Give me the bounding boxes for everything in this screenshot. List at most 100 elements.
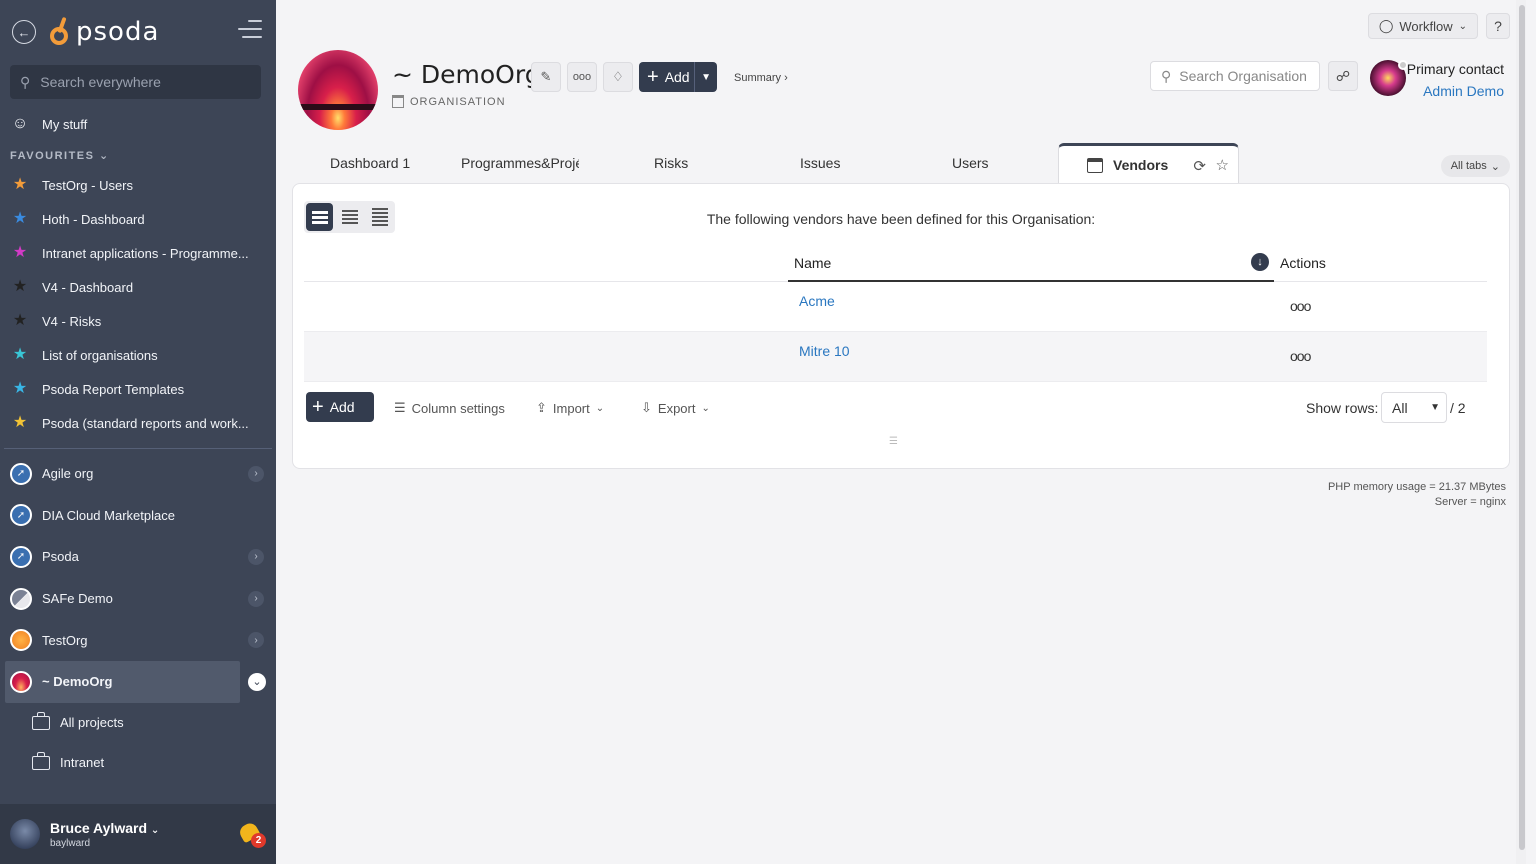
sort-down-icon[interactable]: ↓	[1251, 253, 1269, 271]
favourite-label: Psoda (standard reports and work...	[42, 415, 249, 431]
testorg-avatar	[10, 629, 32, 652]
rows-total: / 2	[1450, 400, 1466, 416]
help-button[interactable]: ?	[1486, 13, 1510, 39]
primary-contact-label: Primary contact	[1406, 61, 1504, 77]
favourite-label: List of organisations	[42, 347, 158, 363]
download-icon: ⇩	[641, 400, 652, 415]
collapse-menu-icon[interactable]	[238, 20, 262, 38]
sidebar-item-my-stuff[interactable]: ☺ My stuff	[0, 107, 276, 141]
chevron-down-icon[interactable]: ▼	[701, 72, 711, 83]
chevron-right-icon[interactable]: ›	[248, 590, 264, 607]
user-name: Bruce Aylward ⌄	[50, 820, 159, 836]
sidebar-org-dia-cloud[interactable]: ➚ DIA Cloud Marketplace	[0, 495, 276, 537]
server-text: Server = nginx	[1434, 496, 1506, 508]
sidebar-org-testorg[interactable]: TestOrg ›	[0, 619, 276, 661]
tab-vendors[interactable]: Vendors ⟳ ☆	[1058, 143, 1239, 184]
row-actions-button[interactable]: ooo	[1290, 298, 1311, 314]
my-stuff-label: My stuff	[42, 116, 88, 132]
chevron-down-icon[interactable]: ⌄	[248, 672, 266, 691]
vendor-name-link[interactable]: Mitre 10	[799, 343, 850, 359]
more-options-button[interactable]: ooo	[567, 62, 597, 92]
search-icon: ⚲	[1161, 67, 1172, 84]
calendar-icon	[1087, 157, 1103, 173]
search-organisation-input[interactable]: ⚲ Search Organisation	[1150, 61, 1320, 91]
tab-risks[interactable]: Risks	[654, 155, 688, 171]
sidebar-org-psoda[interactable]: ➚ Psoda ›	[0, 536, 276, 578]
resize-grip-icon[interactable]: ☰	[889, 436, 898, 447]
refresh-icon[interactable]: ⟳	[1193, 157, 1206, 175]
notifications-bell-icon[interactable]: 2	[237, 820, 266, 848]
add-vendor-button[interactable]: + Add	[306, 392, 374, 422]
workflow-button[interactable]: ◯ Workflow ⌄	[1367, 13, 1478, 39]
primary-contact-link[interactable]: Admin Demo	[1423, 83, 1504, 99]
page-title: ~ DemoOrg	[392, 60, 541, 89]
sidebar-org-demoorg[interactable]: ~ DemoOrg ⌄	[5, 660, 266, 703]
show-rows-value: All	[1392, 399, 1408, 416]
sidebar-sub-all-projects[interactable]: All projects	[0, 703, 276, 743]
add-dropdown-button[interactable]: + Add ▼	[639, 62, 717, 92]
org-avatar[interactable]	[298, 50, 378, 130]
chevron-right-icon[interactable]: ›	[248, 548, 264, 565]
tab-issues[interactable]: Issues	[800, 155, 840, 171]
rocket-icon: ➚	[10, 545, 32, 568]
logo-mark-icon	[50, 16, 72, 47]
pencil-icon: ✎	[540, 69, 552, 84]
column-settings-label: Column settings	[411, 400, 505, 416]
plus-icon: +	[312, 396, 324, 418]
vendors-intro-text: The following vendors have been defined …	[706, 211, 1096, 227]
tab-users[interactable]: Users	[952, 155, 989, 171]
org-label: ~ DemoOrg	[42, 674, 113, 690]
demoorg-avatar	[10, 670, 32, 693]
org-label: TestOrg	[42, 632, 88, 648]
sidebar-sub-intranet[interactable]: Intranet	[0, 743, 276, 783]
tab-programmes-projects[interactable]: Programmes&Projé	[461, 155, 579, 171]
sidebar-org-safe-demo[interactable]: SAFe Demo ›	[0, 578, 276, 620]
tag-icon: ♢	[612, 69, 624, 84]
back-arrow-icon[interactable]: ←	[12, 20, 36, 44]
favourite-item[interactable]: ★ TestOrg - Users	[0, 168, 276, 202]
show-rows-select[interactable]: All ▼	[1381, 392, 1447, 423]
link-icon: ☍	[1335, 67, 1351, 84]
workflow-label: Workflow	[1399, 18, 1453, 34]
scrollbar-thumb[interactable]	[1519, 5, 1525, 850]
favourite-label: Intranet applications - Programme...	[42, 245, 249, 261]
star-icon: ★	[12, 312, 28, 329]
tag-button[interactable]: ♢	[603, 62, 633, 92]
sub-item-label: Intranet	[60, 755, 105, 771]
edit-button[interactable]: ✎	[531, 62, 561, 92]
sidebar-search-input[interactable]: ⚲ Search everywhere	[10, 65, 261, 99]
favourite-item[interactable]: ★ Psoda Report Templates	[0, 372, 276, 406]
vendor-name-link[interactable]: Acme	[799, 293, 835, 309]
tab-dashboard[interactable]: Dashboard 1	[330, 155, 410, 171]
sidebar-org-agile-org[interactable]: ➚ Agile org ›	[0, 453, 276, 495]
page-scrollbar[interactable]	[1516, 0, 1526, 864]
sidebar-user-footer[interactable]: Bruce Aylward ⌄ baylward 2	[0, 804, 276, 864]
summary-link[interactable]: Summary ›	[734, 72, 788, 84]
link-org-button[interactable]: ☍	[1328, 61, 1358, 91]
favourites-list: ★ TestOrg - Users ★ Hoth - Dashboard ★ Intr…	[0, 168, 276, 440]
psoda-logo[interactable]: psoda	[50, 16, 159, 47]
show-rows-label: Show rows:	[1306, 400, 1379, 416]
favourite-item[interactable]: ★ V4 - Risks	[0, 304, 276, 338]
column-settings-button[interactable]: ☰ Column settings	[394, 400, 505, 416]
briefcase-icon	[32, 751, 50, 770]
import-button[interactable]: ⇪ Import ⌄	[536, 400, 604, 416]
chevron-right-icon[interactable]: ›	[248, 465, 264, 482]
favourite-item[interactable]: ★ Intranet applications - Programme...	[0, 236, 276, 270]
favourite-item[interactable]: ★ Hoth - Dashboard	[0, 202, 276, 236]
memory-usage-text: PHP memory usage = 21.37 MBytes	[1327, 481, 1506, 493]
export-button[interactable]: ⇩ Export ⌄	[641, 400, 710, 416]
org-type-text: ORGANISATION	[410, 95, 506, 108]
row-actions-button[interactable]: ooo	[1290, 348, 1311, 364]
chevron-down-icon: ▼	[1430, 402, 1440, 413]
chevron-right-icon[interactable]: ›	[248, 632, 264, 649]
column-header-name[interactable]: Name	[788, 246, 1274, 282]
star-outline-icon[interactable]: ☆	[1216, 156, 1229, 174]
favourite-item[interactable]: ★ V4 - Dashboard	[0, 270, 276, 304]
favourite-item[interactable]: ★ List of organisations	[0, 338, 276, 372]
notification-count-badge: 2	[251, 833, 266, 848]
chevron-down-icon[interactable]: ⌄	[151, 825, 159, 836]
favourite-item[interactable]: ★ Psoda (standard reports and work...	[0, 406, 276, 440]
all-tabs-button[interactable]: All tabs ⌄	[1440, 155, 1510, 177]
favourites-heading[interactable]: FAVOURITES ⌄	[0, 141, 276, 168]
